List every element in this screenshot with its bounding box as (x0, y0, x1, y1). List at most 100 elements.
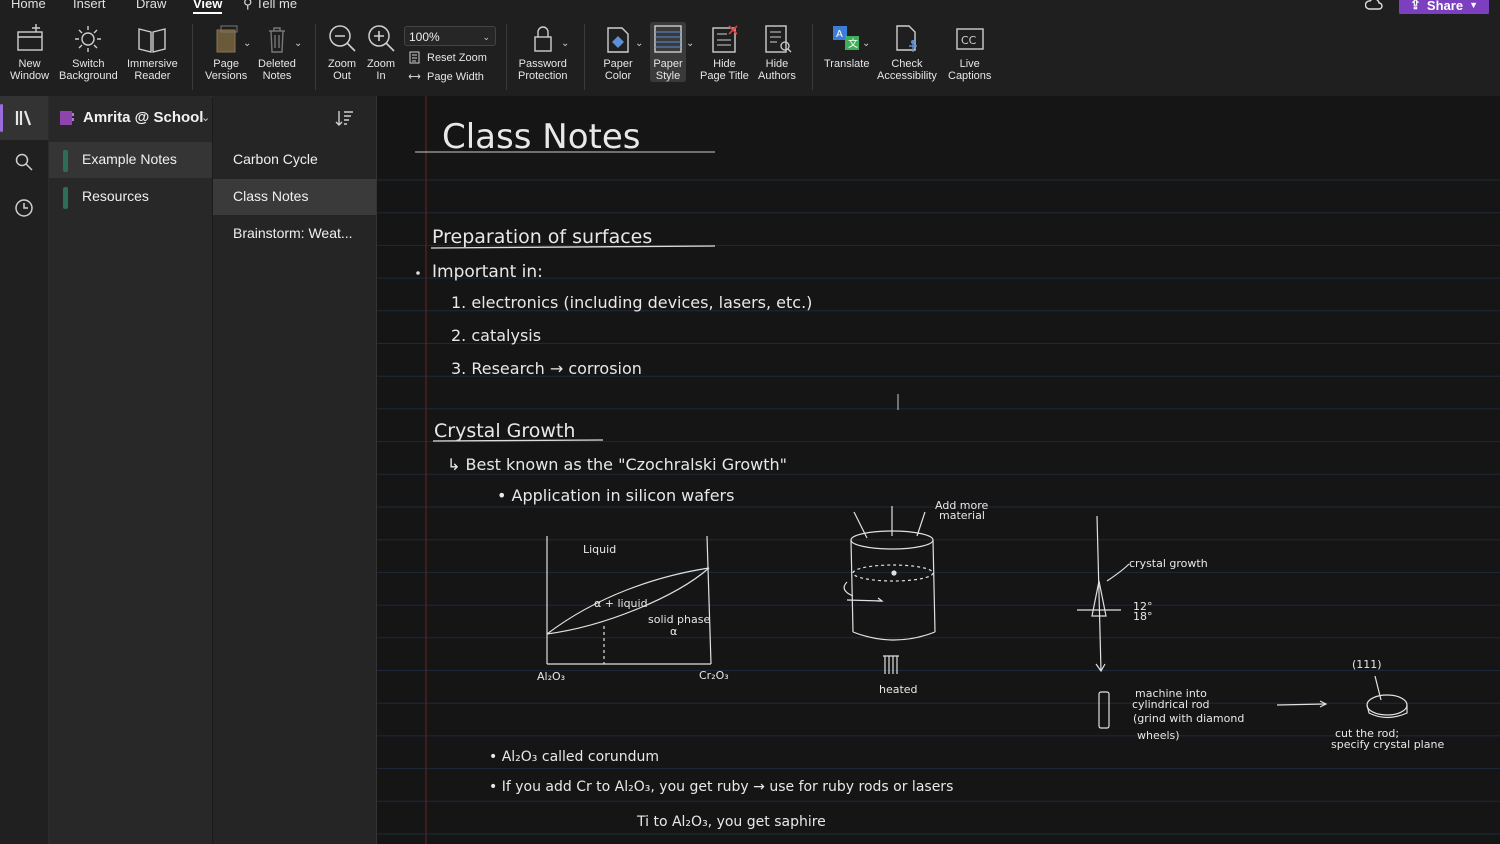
heated-label: heated (879, 683, 918, 696)
crystal-rod-sketch (1077, 515, 1408, 729)
page-title[interactable]: Class Notes (442, 117, 640, 157)
page-width-label: Page Width (427, 70, 484, 83)
chevron-down-icon[interactable]: ⌄ (635, 38, 643, 49)
search-button[interactable] (0, 140, 48, 184)
switch-background-button[interactable]: Switch Background (59, 22, 118, 82)
chevron-down-icon[interactable]: ⌄ (243, 38, 251, 49)
section-resources[interactable]: Resources (49, 179, 212, 215)
crucible-sketch (843, 506, 936, 674)
zoom-in-label: Zoom In (366, 58, 396, 82)
hide-authors-button[interactable]: Hide Authors (758, 22, 796, 82)
zoom-level-select[interactable]: 100% ⌄ (404, 26, 496, 46)
page-carbon-cycle[interactable]: Carbon Cycle (213, 142, 376, 178)
password-protection-label: Password Protection (518, 58, 568, 82)
zoom-out-icon (329, 25, 356, 52)
lock-icon (534, 26, 552, 52)
machine-note-2: cylindrical rod (1132, 698, 1210, 711)
bullet-saphire: Ti to Al₂O₃, you get saphire (636, 814, 826, 830)
tab-draw[interactable]: Draw (136, 0, 166, 11)
paper-style-button[interactable]: Paper Style (650, 22, 686, 82)
section-color-tab (63, 150, 68, 172)
immersive-reader-label: Immersive Reader (127, 58, 178, 82)
reset-zoom-label: Reset Zoom (427, 51, 487, 64)
crystal-growth-label: crystal growth (1129, 557, 1208, 570)
paper-color-label: Paper Color (603, 58, 633, 82)
important-label: Important in: (432, 262, 543, 282)
page-width-button[interactable]: Page Width (408, 70, 484, 83)
chevron-down-icon[interactable]: ⌄ (561, 38, 569, 49)
zoom-out-label: Zoom Out (327, 58, 357, 82)
check-accessibility-button[interactable]: Check Accessibility (877, 22, 937, 82)
material-label: material (939, 509, 985, 522)
bullet-ruby: • If you add Cr to Al₂O₃, you get ruby →… (489, 779, 953, 795)
notebooks-button[interactable] (0, 96, 48, 140)
live-captions-button[interactable]: CC Live Captions (948, 22, 991, 82)
deleted-notes-button[interactable]: Deleted Notes (258, 22, 296, 82)
share-label: Share (1426, 0, 1464, 13)
note-page: Class Notes Preparation of surfaces Impo… (377, 96, 1500, 844)
switch-background-label: Switch Background (59, 58, 118, 82)
zoom-out-button[interactable]: Zoom Out (326, 22, 358, 82)
ribbon-divider (315, 24, 316, 90)
page-label: Carbon Cycle (233, 151, 318, 167)
closed-captions-icon: CC (956, 28, 984, 50)
page-width-icon (408, 74, 421, 79)
page-versions-button[interactable]: Page Versions (205, 22, 247, 82)
section-label: Resources (82, 188, 149, 204)
best-known-line: ↳ Best known as the "Czochralski Growth" (447, 455, 787, 474)
page-label: Brainstorm: Weat... (233, 225, 353, 241)
sun-icon (75, 26, 102, 52)
bullet-corundum: • Al₂O₃ called corundum (489, 749, 659, 765)
clock-icon (15, 199, 33, 217)
axis-right-label: Cr₂O₃ (699, 669, 729, 682)
tab-view[interactable]: View (193, 0, 223, 14)
page-class-notes[interactable]: Class Notes (213, 179, 376, 215)
immersive-reader-icon (138, 28, 167, 53)
new-window-label: New Window (10, 58, 50, 82)
recent-notes-button[interactable] (0, 186, 48, 230)
tell-me-search[interactable]: ⚲ Tell me (243, 0, 297, 12)
translate-label: Translate (824, 58, 870, 70)
password-protection-button[interactable]: Password Protection (518, 22, 568, 82)
chevron-down-icon[interactable]: ⌄ (862, 38, 870, 49)
live-captions-label: Live Captions (948, 58, 992, 82)
heading-preparation: Preparation of surfaces (432, 226, 652, 248)
chevron-down-icon: ▼ (1469, 0, 1478, 10)
application-line: • Application in silicon wafers (497, 486, 734, 505)
list-item-3: 3. Research → corrosion (451, 359, 642, 378)
list-item-2: 2. catalysis (451, 326, 541, 345)
reset-zoom-button[interactable]: Reset Zoom (408, 51, 487, 64)
ribbon-divider (812, 24, 813, 90)
tab-home[interactable]: Home (11, 0, 46, 11)
new-window-button[interactable]: New Window (10, 22, 49, 82)
bullet-dot (416, 271, 420, 275)
navigation-rail (0, 96, 49, 844)
tab-insert[interactable]: Insert (73, 0, 106, 11)
page-brainstorm[interactable]: Brainstorm: Weat... (213, 216, 376, 252)
section-color-tab (63, 187, 68, 209)
axis-left-label: Al₂O₃ (537, 670, 565, 683)
trash-icon (268, 27, 285, 53)
hide-page-title-button[interactable]: Hide Page Title (700, 22, 749, 82)
list-item-1: 1. electronics (including devices, laser… (451, 293, 812, 312)
zoom-in-button[interactable]: Zoom In (365, 22, 397, 82)
hide-page-title-label: Hide Page Title (700, 58, 749, 82)
chevron-down-icon[interactable]: ⌄ (294, 38, 302, 49)
chevron-down-icon[interactable]: ⌄ (686, 38, 694, 49)
lightbulb-icon: ⚲ (243, 0, 253, 11)
sort-icon[interactable] (335, 108, 355, 128)
plane-index-label: (111) (1352, 658, 1382, 671)
section-example-notes[interactable]: Example Notes (49, 142, 212, 178)
translate-icon: A文 (832, 26, 859, 50)
paper-style-icon (654, 25, 682, 53)
paper-color-button[interactable]: Paper Color (602, 22, 634, 82)
notebook-switcher[interactable]: Amrita @ School ⌄ (49, 96, 376, 140)
note-canvas[interactable]: Class Notes Preparation of surfaces Impo… (377, 96, 1500, 844)
machine-note-4: wheels) (1137, 729, 1180, 742)
cloud-sync-icon[interactable] (1365, 0, 1383, 12)
menu-bar: Home Insert Draw View ⚲ Tell me ⇪ Share … (0, 0, 1500, 16)
immersive-reader-button[interactable]: Immersive Reader (127, 22, 178, 82)
check-accessibility-label: Check Accessibility (877, 58, 937, 82)
cut-note-2: specify crystal plane (1331, 738, 1444, 751)
paper-style-label: Paper Style (653, 58, 683, 82)
